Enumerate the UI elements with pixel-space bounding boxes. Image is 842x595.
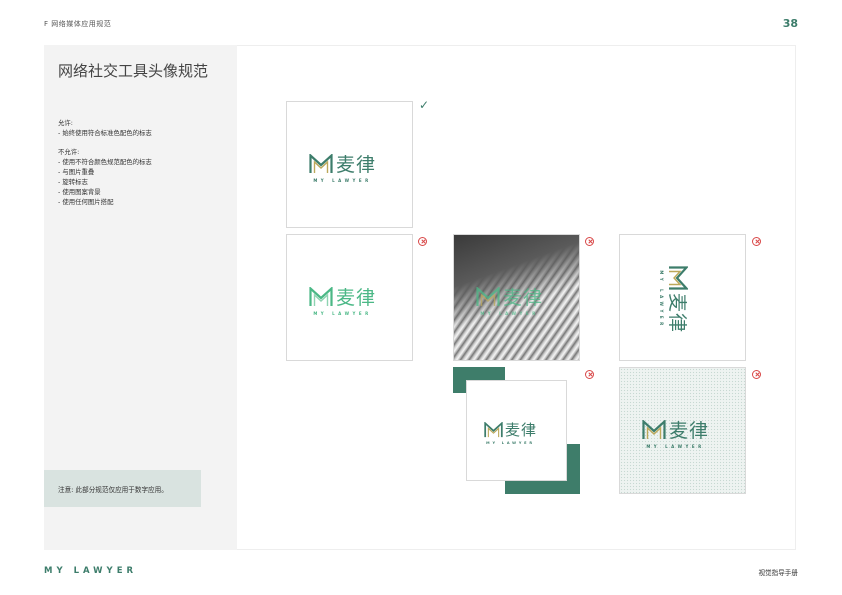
section-label: F 网络媒体应用规范 [44,20,112,28]
error-circle-icon [752,370,761,379]
brand-logo: 麦律 MY LAWYER [309,283,376,316]
logo-m-icon [669,266,689,290]
error-circle-icon [418,237,427,246]
disallowed-heading: 不允许: [58,148,80,156]
logo-en: MY LAWYER [659,270,665,329]
disallowed-item: - 旋转标志 [58,178,88,186]
example-pattern-bg: 麦律 MY LAWYER [619,367,746,494]
error-circle-icon [585,237,594,246]
example-photo-overlap: 麦律 MY LAWYER [453,234,580,361]
example-green-blocks: 麦律 MY LAWYER [466,380,567,481]
brand-logo: 麦律 MY LAWYER [309,150,376,183]
logo-m-icon [642,419,666,439]
logo-en: MY LAWYER [646,444,705,449]
logo-en: MY LAWYER [313,178,372,183]
logo-cn: 麦律 [666,292,689,334]
page-number: 38 [782,17,798,30]
disallowed-item: - 与图片重叠 [58,168,95,176]
logo-m-icon [476,286,500,306]
logo-cn: 麦律 [336,154,377,176]
logo-m-icon [484,421,503,437]
example-wrong-color: 麦律 MY LAWYER [286,234,413,361]
error-circle-icon [585,370,594,379]
page-title: 网络社交工具头像规范 [58,62,209,80]
brand-logo: 麦律 MY LAWYER [642,416,709,449]
footer-brand: MY LAWYER [44,566,138,576]
logo-m-icon [309,286,333,306]
logo-m-icon [309,153,333,173]
brand-logo: 麦律 MY LAWYER [484,419,537,445]
logo-cn: 麦律 [503,287,544,309]
logo-cn: 麦律 [505,421,538,439]
brand-logo: 麦律 MY LAWYER [659,266,692,333]
logo-en: MY LAWYER [486,441,535,445]
usage-rules: 允许: - 始终使用符合标准色配色的标志 不允许: - 使用不符合颜色规范配色的… [58,118,152,207]
disallowed-item: - 使用任何图片搭配 [58,198,114,206]
allowed-heading: 允许: [58,119,73,127]
example-rotated: 麦律 MY LAWYER [619,234,746,361]
error-circle-icon [752,237,761,246]
allowed-item: - 始终使用符合标准色配色的标志 [58,129,152,137]
footer-title: 视觉指导手册 [758,569,798,577]
brand-logo: 麦律 MY LAWYER [476,283,543,316]
logo-en: MY LAWYER [480,311,539,316]
logo-cn: 麦律 [336,287,377,309]
note-box: 注意: 此部分规范仅应用于数字应用。 [44,470,201,507]
check-icon: ✓ [419,98,430,112]
logo-cn: 麦律 [669,420,710,442]
disallowed-item: - 使用不符合颜色规范配色的标志 [58,158,152,166]
logo-en: MY LAWYER [313,311,372,316]
note-text: 注意: 此部分规范仅应用于数字应用。 [58,485,168,494]
example-allowed: 麦律 MY LAWYER [286,101,413,228]
disallowed-item: - 使用图案背景 [58,188,101,196]
